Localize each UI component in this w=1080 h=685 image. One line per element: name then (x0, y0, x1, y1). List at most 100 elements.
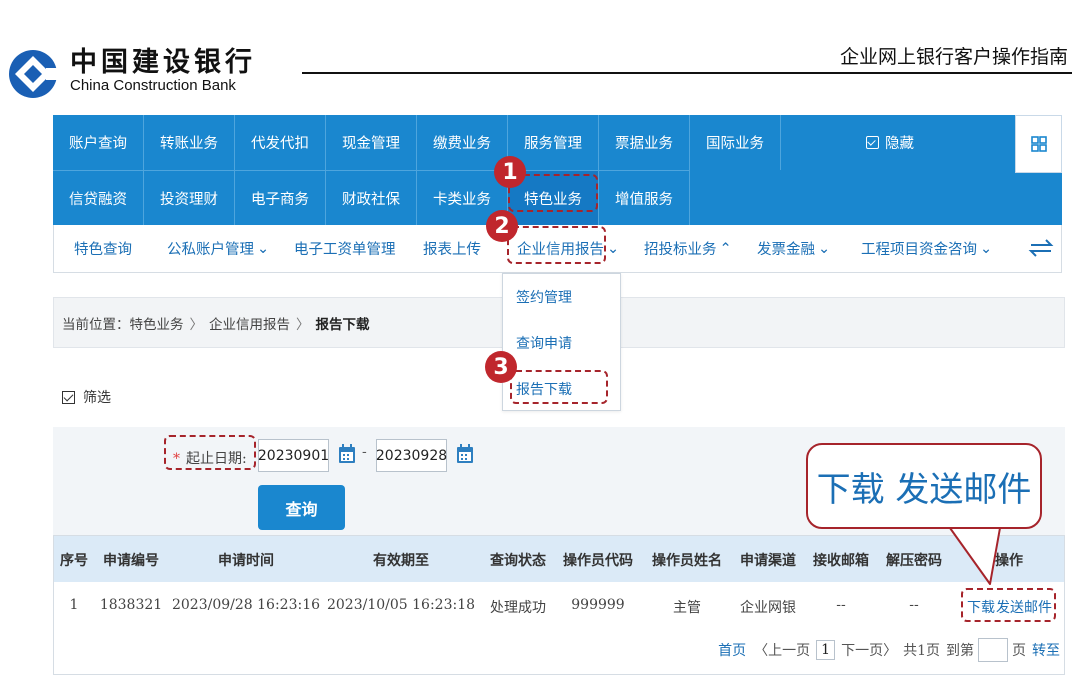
nav-item-value-added[interactable]: 增值服务 (599, 170, 690, 225)
cell-status: 处理成功 (490, 600, 546, 616)
cell-valid-until: 2023/10/05 16:23:18 (326, 597, 476, 613)
subnav-label: 电子工资单管理 (294, 242, 396, 258)
cell-email: -- (836, 597, 846, 613)
step-badge-1: 1 (494, 156, 526, 188)
date-range-separator: - (362, 444, 367, 460)
bank-name-en: China Construction Bank (70, 77, 236, 94)
callout-download-send-email: 下载 发送邮件 (806, 443, 1042, 529)
filter-checkbox[interactable] (62, 390, 75, 404)
pager-page-input[interactable] (978, 638, 1008, 662)
cell-channel: 企业网银 (740, 600, 796, 616)
table-header-row: 序号 申请编号 申请时间 有效期至 查询状态 操作员代码 操作员姓名 申请渠道 … (54, 536, 1064, 582)
chevron-down-icon: ⌄ (818, 240, 831, 257)
nav-item-ecommerce[interactable]: 电子商务 (235, 170, 326, 225)
nav-item-investment[interactable]: 投资理财 (144, 170, 235, 225)
subnav-label: 公私账户管理 (167, 242, 254, 258)
column-header: 查询状态 (490, 553, 546, 569)
bank-name-cn: 中国建设银行 (70, 47, 256, 78)
hide-nav-label: 隐藏 (885, 136, 914, 152)
cell-application-number: 1838321 (99, 597, 163, 613)
grid-icon (1030, 136, 1047, 152)
annotation-box-actions (961, 588, 1056, 622)
dropdown-item-query-application[interactable]: 查询申请 (516, 333, 572, 353)
column-header: 有效期至 (373, 553, 429, 569)
subnav-item-bidding[interactable]: 招投标业务 ⌃ (644, 225, 732, 272)
guide-title: 企业网上银行客户操作指南 (839, 46, 1068, 68)
hide-nav-button[interactable]: 隐藏 (835, 115, 945, 170)
calendar-icon[interactable] (338, 444, 356, 464)
breadcrumb-prefix: 当前位置： (62, 316, 130, 333)
breadcrumb-separator: 〉 (189, 316, 204, 333)
dropdown-item-contract-management[interactable]: 签约管理 (516, 287, 572, 307)
end-date-input[interactable]: 20230928 (376, 439, 447, 472)
exchange-arrows-icon[interactable] (1027, 237, 1055, 259)
nav-item-credit-financing[interactable]: 信贷融资 (53, 170, 144, 225)
checkbox-icon (866, 136, 879, 149)
column-header: 操作员姓名 (652, 553, 722, 569)
column-header: 接收邮箱 (813, 553, 869, 569)
annotation-box-date-range (164, 435, 256, 470)
chevron-down-icon: ⌄ (257, 240, 270, 257)
nav-item-payroll[interactable]: 代发代扣 (235, 115, 326, 170)
subnav-item-account-management[interactable]: 公私账户管理 ⌄ (167, 225, 269, 272)
nav-item-social-security[interactable]: 财政社保 (326, 170, 417, 225)
pager-goto-label: 到第 (946, 643, 974, 659)
subnav-item-report-upload[interactable]: 报表上传 (423, 225, 481, 272)
step-badge-2: 2 (486, 210, 518, 242)
column-header: 操作员代码 (563, 553, 633, 569)
filter-label: 筛选 (83, 390, 111, 406)
pager-prev[interactable]: 〈上一页 (754, 640, 810, 660)
pager-total: 共1页 (903, 643, 940, 659)
nav-item-cash-management[interactable]: 现金管理 (326, 115, 417, 170)
column-header: 序号 (60, 553, 88, 569)
filter-toggle[interactable]: 筛选 (62, 387, 111, 407)
results-table: 序号 申请编号 申请时间 有效期至 查询状态 操作员代码 操作员姓名 申请渠道 … (53, 535, 1065, 675)
subnav-item-invoice-finance[interactable]: 发票金融 ⌄ (757, 225, 830, 272)
chevron-up-icon: ⌄ (607, 240, 620, 257)
subnav-label: 工程项目资金咨询 (861, 242, 977, 258)
pagination: 首页 〈上一页 1 下一页〉 共1页 到第 页 转至 (718, 638, 1060, 662)
query-button[interactable]: 查询 (258, 485, 345, 530)
subnav-item-project-fund-consulting[interactable]: 工程项目资金咨询 ⌄ (861, 225, 992, 272)
subnav-item-special-query[interactable]: 特色查询 (74, 225, 132, 272)
cell-password: -- (909, 597, 919, 613)
chevron-down-icon: ⌄ (980, 240, 993, 257)
nav-item-account-query[interactable]: 账户查询 (53, 115, 144, 170)
calendar-icon[interactable] (456, 444, 474, 464)
breadcrumb-level-1[interactable]: 特色业务 (130, 313, 184, 333)
cell-index: 1 (69, 597, 79, 613)
subnav-label: 发票金融 (757, 242, 815, 258)
step-badge-3: 3 (485, 351, 517, 383)
subnav-label: 报表上传 (423, 242, 481, 258)
annotation-box-step-3 (510, 370, 608, 404)
nav-item-transfer[interactable]: 转账业务 (144, 115, 235, 170)
column-header: 申请时间 (218, 553, 274, 569)
pager-next[interactable]: 下一页〉 (841, 640, 897, 660)
nav-item-bills[interactable]: 票据业务 (599, 115, 690, 170)
pager-page-unit: 页 (1012, 643, 1026, 659)
subnav-label: 特色查询 (74, 242, 132, 258)
cell-operator-code: 999999 (571, 597, 625, 613)
pager-current-page[interactable]: 1 (816, 640, 836, 660)
app-grid-button[interactable] (1015, 115, 1062, 173)
subnav-label: 招投标业务 (644, 242, 717, 258)
start-date-input[interactable]: 20230901 (258, 439, 329, 472)
column-header: 申请编号 (103, 553, 159, 569)
ccb-logo-icon (9, 50, 60, 98)
cell-apply-time: 2023/09/28 16:23:16 (171, 597, 321, 613)
column-header: 申请渠道 (740, 553, 796, 569)
column-header: 解压密码 (886, 553, 942, 569)
header-divider (302, 72, 1072, 74)
nav-item-international[interactable]: 国际业务 (690, 115, 781, 170)
breadcrumb-separator: 〉 (296, 316, 310, 333)
chevron-down-icon: ⌃ (719, 240, 732, 257)
breadcrumb-level-2[interactable]: 企业信用报告 (209, 313, 290, 333)
pager-jump[interactable]: 转至 (1032, 640, 1060, 660)
nav-item-bill-payment[interactable]: 缴费业务 (417, 115, 508, 170)
cell-operator-name: 主管 (673, 600, 701, 616)
annotation-box-step-2 (507, 226, 606, 264)
column-header: 操作 (995, 553, 1023, 569)
subnav-item-e-payslip[interactable]: 电子工资单管理 (294, 225, 396, 272)
breadcrumb-current: 报告下载 (315, 316, 370, 333)
pager-first[interactable]: 首页 (718, 640, 746, 660)
